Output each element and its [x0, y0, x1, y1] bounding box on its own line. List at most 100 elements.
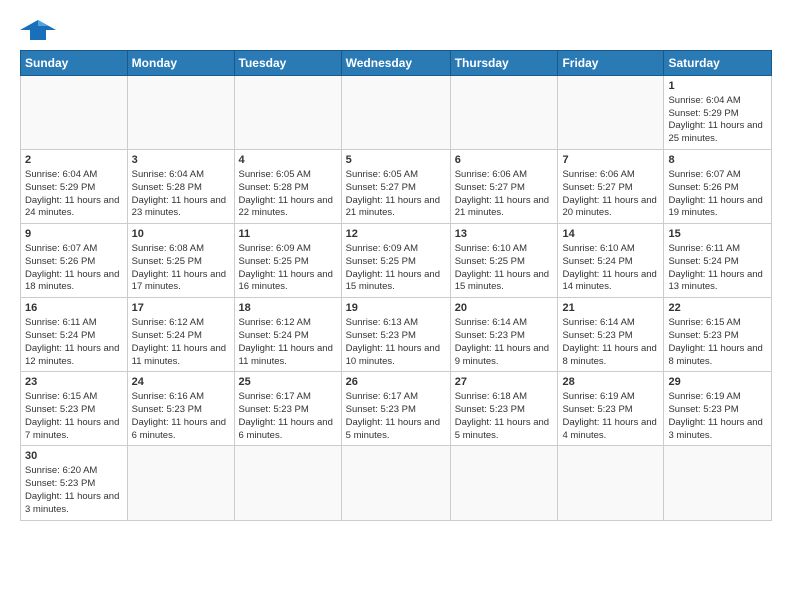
- sunset-text: Sunset: 5:24 PM: [132, 330, 230, 343]
- sunset-text: Sunset: 5:27 PM: [346, 182, 446, 195]
- day-number: 11: [239, 227, 337, 242]
- sunset-text: Sunset: 5:24 PM: [562, 256, 659, 269]
- daylight-text: Daylight: 11 hours and 16 minutes.: [239, 269, 337, 295]
- sunrise-text: Sunrise: 6:06 AM: [455, 169, 554, 182]
- sunrise-text: Sunrise: 6:19 AM: [562, 391, 659, 404]
- calendar-cell: 29Sunrise: 6:19 AMSunset: 5:23 PMDayligh…: [664, 372, 772, 446]
- calendar-cell: [341, 76, 450, 150]
- daylight-text: Daylight: 11 hours and 18 minutes.: [25, 269, 123, 295]
- calendar-cell: 5Sunrise: 6:05 AMSunset: 5:27 PMDaylight…: [341, 150, 450, 224]
- logo: [20, 16, 60, 44]
- sunrise-text: Sunrise: 6:15 AM: [668, 317, 767, 330]
- daylight-text: Daylight: 11 hours and 19 minutes.: [668, 195, 767, 221]
- daylight-text: Daylight: 11 hours and 17 minutes.: [132, 269, 230, 295]
- daylight-text: Daylight: 11 hours and 25 minutes.: [668, 120, 767, 146]
- daylight-text: Daylight: 11 hours and 8 minutes.: [668, 343, 767, 369]
- calendar-cell: [127, 446, 234, 520]
- sunrise-text: Sunrise: 6:14 AM: [455, 317, 554, 330]
- calendar-cell: 26Sunrise: 6:17 AMSunset: 5:23 PMDayligh…: [341, 372, 450, 446]
- calendar-cell: 10Sunrise: 6:08 AMSunset: 5:25 PMDayligh…: [127, 224, 234, 298]
- calendar-table: SundayMondayTuesdayWednesdayThursdayFrid…: [20, 50, 772, 521]
- calendar-cell: 11Sunrise: 6:09 AMSunset: 5:25 PMDayligh…: [234, 224, 341, 298]
- sunset-text: Sunset: 5:23 PM: [25, 404, 123, 417]
- day-number: 7: [562, 153, 659, 168]
- sunset-text: Sunset: 5:23 PM: [132, 404, 230, 417]
- day-number: 22: [668, 301, 767, 316]
- day-number: 12: [346, 227, 446, 242]
- sunrise-text: Sunrise: 6:09 AM: [346, 243, 446, 256]
- calendar-cell: 27Sunrise: 6:18 AMSunset: 5:23 PMDayligh…: [450, 372, 558, 446]
- sunrise-text: Sunrise: 6:11 AM: [668, 243, 767, 256]
- sunset-text: Sunset: 5:23 PM: [562, 330, 659, 343]
- sunrise-text: Sunrise: 6:07 AM: [668, 169, 767, 182]
- day-number: 30: [25, 449, 123, 464]
- sunset-text: Sunset: 5:25 PM: [455, 256, 554, 269]
- sunrise-text: Sunrise: 6:04 AM: [25, 169, 123, 182]
- calendar-cell: 17Sunrise: 6:12 AMSunset: 5:24 PMDayligh…: [127, 298, 234, 372]
- calendar-week-row: 9Sunrise: 6:07 AMSunset: 5:26 PMDaylight…: [21, 224, 772, 298]
- col-header-sunday: Sunday: [21, 51, 128, 76]
- sunset-text: Sunset: 5:28 PM: [239, 182, 337, 195]
- daylight-text: Daylight: 11 hours and 15 minutes.: [346, 269, 446, 295]
- day-number: 19: [346, 301, 446, 316]
- daylight-text: Daylight: 11 hours and 11 minutes.: [239, 343, 337, 369]
- calendar-cell: [558, 76, 664, 150]
- daylight-text: Daylight: 11 hours and 12 minutes.: [25, 343, 123, 369]
- daylight-text: Daylight: 11 hours and 9 minutes.: [455, 343, 554, 369]
- sunset-text: Sunset: 5:23 PM: [239, 404, 337, 417]
- calendar-cell: 19Sunrise: 6:13 AMSunset: 5:23 PMDayligh…: [341, 298, 450, 372]
- daylight-text: Daylight: 11 hours and 24 minutes.: [25, 195, 123, 221]
- calendar-cell: [341, 446, 450, 520]
- daylight-text: Daylight: 11 hours and 22 minutes.: [239, 195, 337, 221]
- daylight-text: Daylight: 11 hours and 8 minutes.: [562, 343, 659, 369]
- calendar-cell: 25Sunrise: 6:17 AMSunset: 5:23 PMDayligh…: [234, 372, 341, 446]
- sunrise-text: Sunrise: 6:08 AM: [132, 243, 230, 256]
- sunrise-text: Sunrise: 6:16 AM: [132, 391, 230, 404]
- sunset-text: Sunset: 5:29 PM: [668, 108, 767, 121]
- daylight-text: Daylight: 11 hours and 3 minutes.: [668, 417, 767, 443]
- sunset-text: Sunset: 5:24 PM: [25, 330, 123, 343]
- calendar-cell: 14Sunrise: 6:10 AMSunset: 5:24 PMDayligh…: [558, 224, 664, 298]
- calendar-cell: 9Sunrise: 6:07 AMSunset: 5:26 PMDaylight…: [21, 224, 128, 298]
- calendar-cell: [127, 76, 234, 150]
- sunset-text: Sunset: 5:29 PM: [25, 182, 123, 195]
- daylight-text: Daylight: 11 hours and 3 minutes.: [25, 491, 123, 517]
- daylight-text: Daylight: 11 hours and 11 minutes.: [132, 343, 230, 369]
- calendar-cell: 23Sunrise: 6:15 AMSunset: 5:23 PMDayligh…: [21, 372, 128, 446]
- sunset-text: Sunset: 5:23 PM: [668, 330, 767, 343]
- sunset-text: Sunset: 5:24 PM: [239, 330, 337, 343]
- sunrise-text: Sunrise: 6:10 AM: [455, 243, 554, 256]
- sunset-text: Sunset: 5:23 PM: [346, 404, 446, 417]
- sunrise-text: Sunrise: 6:05 AM: [239, 169, 337, 182]
- daylight-text: Daylight: 11 hours and 7 minutes.: [25, 417, 123, 443]
- sunset-text: Sunset: 5:24 PM: [668, 256, 767, 269]
- calendar-cell: 15Sunrise: 6:11 AMSunset: 5:24 PMDayligh…: [664, 224, 772, 298]
- calendar-cell: 1Sunrise: 6:04 AMSunset: 5:29 PMDaylight…: [664, 76, 772, 150]
- col-header-friday: Friday: [558, 51, 664, 76]
- logo-icon: [20, 16, 56, 44]
- daylight-text: Daylight: 11 hours and 6 minutes.: [132, 417, 230, 443]
- sunrise-text: Sunrise: 6:17 AM: [239, 391, 337, 404]
- daylight-text: Daylight: 11 hours and 6 minutes.: [239, 417, 337, 443]
- sunrise-text: Sunrise: 6:17 AM: [346, 391, 446, 404]
- calendar-week-row: 16Sunrise: 6:11 AMSunset: 5:24 PMDayligh…: [21, 298, 772, 372]
- calendar-week-row: 23Sunrise: 6:15 AMSunset: 5:23 PMDayligh…: [21, 372, 772, 446]
- sunset-text: Sunset: 5:28 PM: [132, 182, 230, 195]
- calendar-week-row: 1Sunrise: 6:04 AMSunset: 5:29 PMDaylight…: [21, 76, 772, 150]
- sunrise-text: Sunrise: 6:09 AM: [239, 243, 337, 256]
- calendar-cell: 3Sunrise: 6:04 AMSunset: 5:28 PMDaylight…: [127, 150, 234, 224]
- sunset-text: Sunset: 5:23 PM: [455, 404, 554, 417]
- calendar-cell: 28Sunrise: 6:19 AMSunset: 5:23 PMDayligh…: [558, 372, 664, 446]
- day-number: 9: [25, 227, 123, 242]
- calendar-cell: 22Sunrise: 6:15 AMSunset: 5:23 PMDayligh…: [664, 298, 772, 372]
- sunset-text: Sunset: 5:23 PM: [668, 404, 767, 417]
- sunrise-text: Sunrise: 6:20 AM: [25, 465, 123, 478]
- day-number: 29: [668, 375, 767, 390]
- col-header-saturday: Saturday: [664, 51, 772, 76]
- sunrise-text: Sunrise: 6:19 AM: [668, 391, 767, 404]
- sunrise-text: Sunrise: 6:15 AM: [25, 391, 123, 404]
- sunset-text: Sunset: 5:26 PM: [25, 256, 123, 269]
- sunset-text: Sunset: 5:25 PM: [132, 256, 230, 269]
- sunrise-text: Sunrise: 6:07 AM: [25, 243, 123, 256]
- day-number: 14: [562, 227, 659, 242]
